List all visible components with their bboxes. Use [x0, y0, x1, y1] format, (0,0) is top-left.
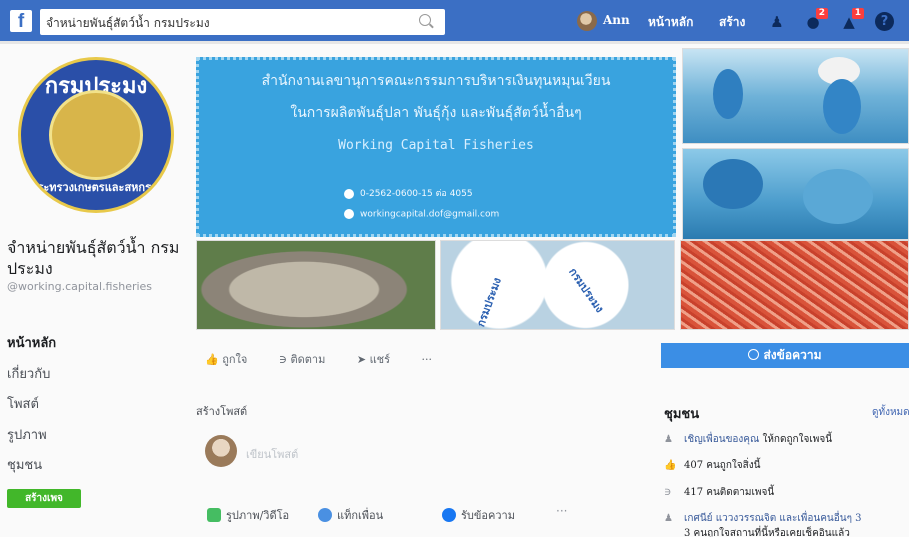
share-button[interactable]: ➤ แชร์	[357, 353, 404, 366]
page-name[interactable]: จำหน่ายพันธุ์สัตว์น้ำ กรมประมง	[7, 237, 182, 279]
cover-email-row: workingcapital.dof@gmail.com	[344, 209, 499, 220]
user-name-link[interactable]: Ann	[603, 13, 630, 27]
post-more-options-button[interactable]: ···	[556, 504, 567, 518]
follows-count: 417 คนติดตามเพจนี้	[684, 487, 775, 498]
logo-text-bottom: กระทรวงเกษตรและสหกรณ์	[30, 181, 162, 194]
like-label: ถูกใจ	[222, 353, 248, 366]
invite-friends-icon: ♟	[664, 434, 673, 445]
photo-shrimp[interactable]	[680, 240, 909, 330]
page-action-bar: 👍 ถูกใจ ∋ ติดตาม ➤ แชร์ ···	[205, 350, 446, 368]
messenger-small-icon	[442, 508, 456, 522]
community-follows-row: ∋ 417 คนติดตามเพจนี้	[664, 485, 774, 500]
get-messages-label: รับข้อความ	[461, 509, 515, 522]
messenger-icon	[748, 349, 760, 360]
friends-like-link[interactable]: เกศนีย์ แววงวรรณจิต และเพื่อนคนอื่นๆ 3	[684, 513, 862, 524]
top-navigation-bar: f จำหน่ายพันธุ์สัตว์น้ำ กรมประมง Ann หน้…	[0, 0, 909, 44]
create-page-button[interactable]: สร้างเพจ	[7, 489, 81, 508]
search-input-value[interactable]: จำหน่ายพันธุ์สัตว์น้ำ กรมประมง	[46, 14, 210, 33]
tag-friends-label: แท็กเพื่อน	[337, 509, 384, 522]
page-handle[interactable]: @working.capital.fisheries	[7, 281, 182, 293]
cover-line-1: สำนักงานเลขานุการคณะกรรมการบริหารเงินทุน…	[261, 73, 611, 89]
invite-friends-link[interactable]: เชิญเพื่อนของคุณ	[684, 434, 759, 445]
follow-label: ติดตาม	[290, 353, 326, 366]
create-post-title: สร้างโพสต์	[196, 405, 248, 418]
sidebar-item-community[interactable]: ชุมชน	[7, 454, 42, 475]
photo-fishermen-1[interactable]	[682, 48, 909, 144]
notifications-bell-icon[interactable]: ▲ 1	[839, 8, 864, 32]
send-message-button[interactable]: ส่งข้อความ	[661, 343, 909, 368]
follow-count-icon: ∋	[664, 487, 672, 498]
help-icon[interactable]: ?	[875, 12, 894, 31]
sidebar-item-about[interactable]: เกี่ยวกับ	[7, 363, 50, 384]
cover-photo[interactable]: สำนักงานเลขานุการคณะกรรมการบริหารเงินทุน…	[196, 57, 676, 237]
photo-video-label: รูปภาพ/วิดีโอ	[226, 509, 290, 522]
friends-icon[interactable]: ♟	[767, 12, 787, 32]
cover-phone-row: 0-2562-0600-15 ต่อ 4055	[344, 186, 473, 200]
photo-fish-bags[interactable]: กรมประมง กรมประมง	[440, 240, 675, 330]
cover-line-2: ในการผลิตพันธุ์ปลา พันธุ์กุ้ง และพันธุ์ส…	[290, 105, 582, 121]
home-link[interactable]: หน้าหลัก	[648, 13, 693, 32]
post-author-avatar	[205, 435, 237, 467]
page-profile-picture[interactable]: กรมประมง กระทรวงเกษตรและสหกรณ์	[18, 57, 174, 213]
invite-friends-text: ให้กดถูกใจเพจนี้	[759, 434, 833, 445]
messages-badge: 2	[815, 8, 828, 19]
cover-phone: 0-2562-0600-15 ต่อ 4055	[360, 189, 473, 199]
friends-like-text: 3 คนถูกใจสถานที่นี้หรือเคยเช็คอินแล้ว	[684, 528, 850, 537]
cover-line-3: Working Capital Fisheries	[338, 138, 534, 153]
search-input[interactable]: จำหน่ายพันธุ์สัตว์น้ำ กรมประมง	[40, 9, 445, 35]
photo-video-button[interactable]: รูปภาพ/วิดีโอ	[207, 506, 289, 524]
email-icon	[344, 209, 354, 219]
photo-icon	[207, 508, 221, 522]
sidebar-item-home[interactable]: หน้าหลัก	[7, 332, 56, 353]
like-count-icon: 👍	[664, 460, 677, 471]
like-button[interactable]: 👍 ถูกใจ	[205, 353, 261, 366]
facebook-logo-icon[interactable]: f	[10, 10, 32, 32]
community-title: ชุมชน	[664, 407, 700, 422]
get-messages-button[interactable]: รับข้อความ	[442, 506, 515, 524]
post-composer-input[interactable]: เขียนโพสต์	[246, 445, 298, 463]
tag-friends-icon	[318, 508, 332, 522]
left-sidebar: กรมประมง กระทรวงเกษตรและสหกรณ์ จำหน่ายพั…	[0, 47, 185, 537]
likes-count: 407 คนถูกใจสิ่งนี้	[684, 460, 761, 471]
user-avatar[interactable]	[577, 11, 597, 31]
more-actions-button[interactable]: ···	[422, 353, 433, 366]
share-label: แชร์	[369, 353, 391, 366]
community-likes-row: 👍 407 คนถูกใจสิ่งนี้	[664, 458, 760, 473]
cover-email: workingcapital.dof@gmail.com	[360, 209, 500, 220]
friends-like-icon: ♟	[664, 513, 673, 524]
search-icon[interactable]	[419, 14, 431, 26]
community-invite-row: ♟ เชิญเพื่อนของคุณ ให้กดถูกใจเพจนี้	[664, 432, 832, 447]
photo-fish-fry[interactable]	[196, 240, 436, 330]
community-friends-row: ♟ เกศนีย์ แววงวรรณจิต และเพื่อนคนอื่นๆ 3	[664, 511, 862, 526]
tag-friends-button[interactable]: แท็กเพื่อน	[318, 506, 383, 524]
sidebar-item-posts[interactable]: โพสต์	[7, 393, 39, 414]
see-all-link[interactable]: ดูทั้งหมด	[872, 405, 909, 420]
bag-label-1: กรมประมง	[474, 275, 504, 329]
send-message-label: ส่งข้อความ	[763, 348, 822, 362]
create-link[interactable]: สร้าง	[719, 13, 745, 32]
messenger-icon[interactable]: ● 2	[803, 8, 828, 32]
follow-button[interactable]: ∋ ติดตาม	[279, 353, 340, 366]
phone-icon	[344, 188, 354, 199]
sidebar-item-photos[interactable]: รูปภาพ	[7, 424, 47, 445]
notifications-badge: 1	[851, 8, 864, 19]
logo-emblem	[49, 90, 143, 180]
photo-fishermen-2[interactable]	[682, 148, 909, 240]
bag-label-2: กรมประมง	[566, 265, 607, 316]
